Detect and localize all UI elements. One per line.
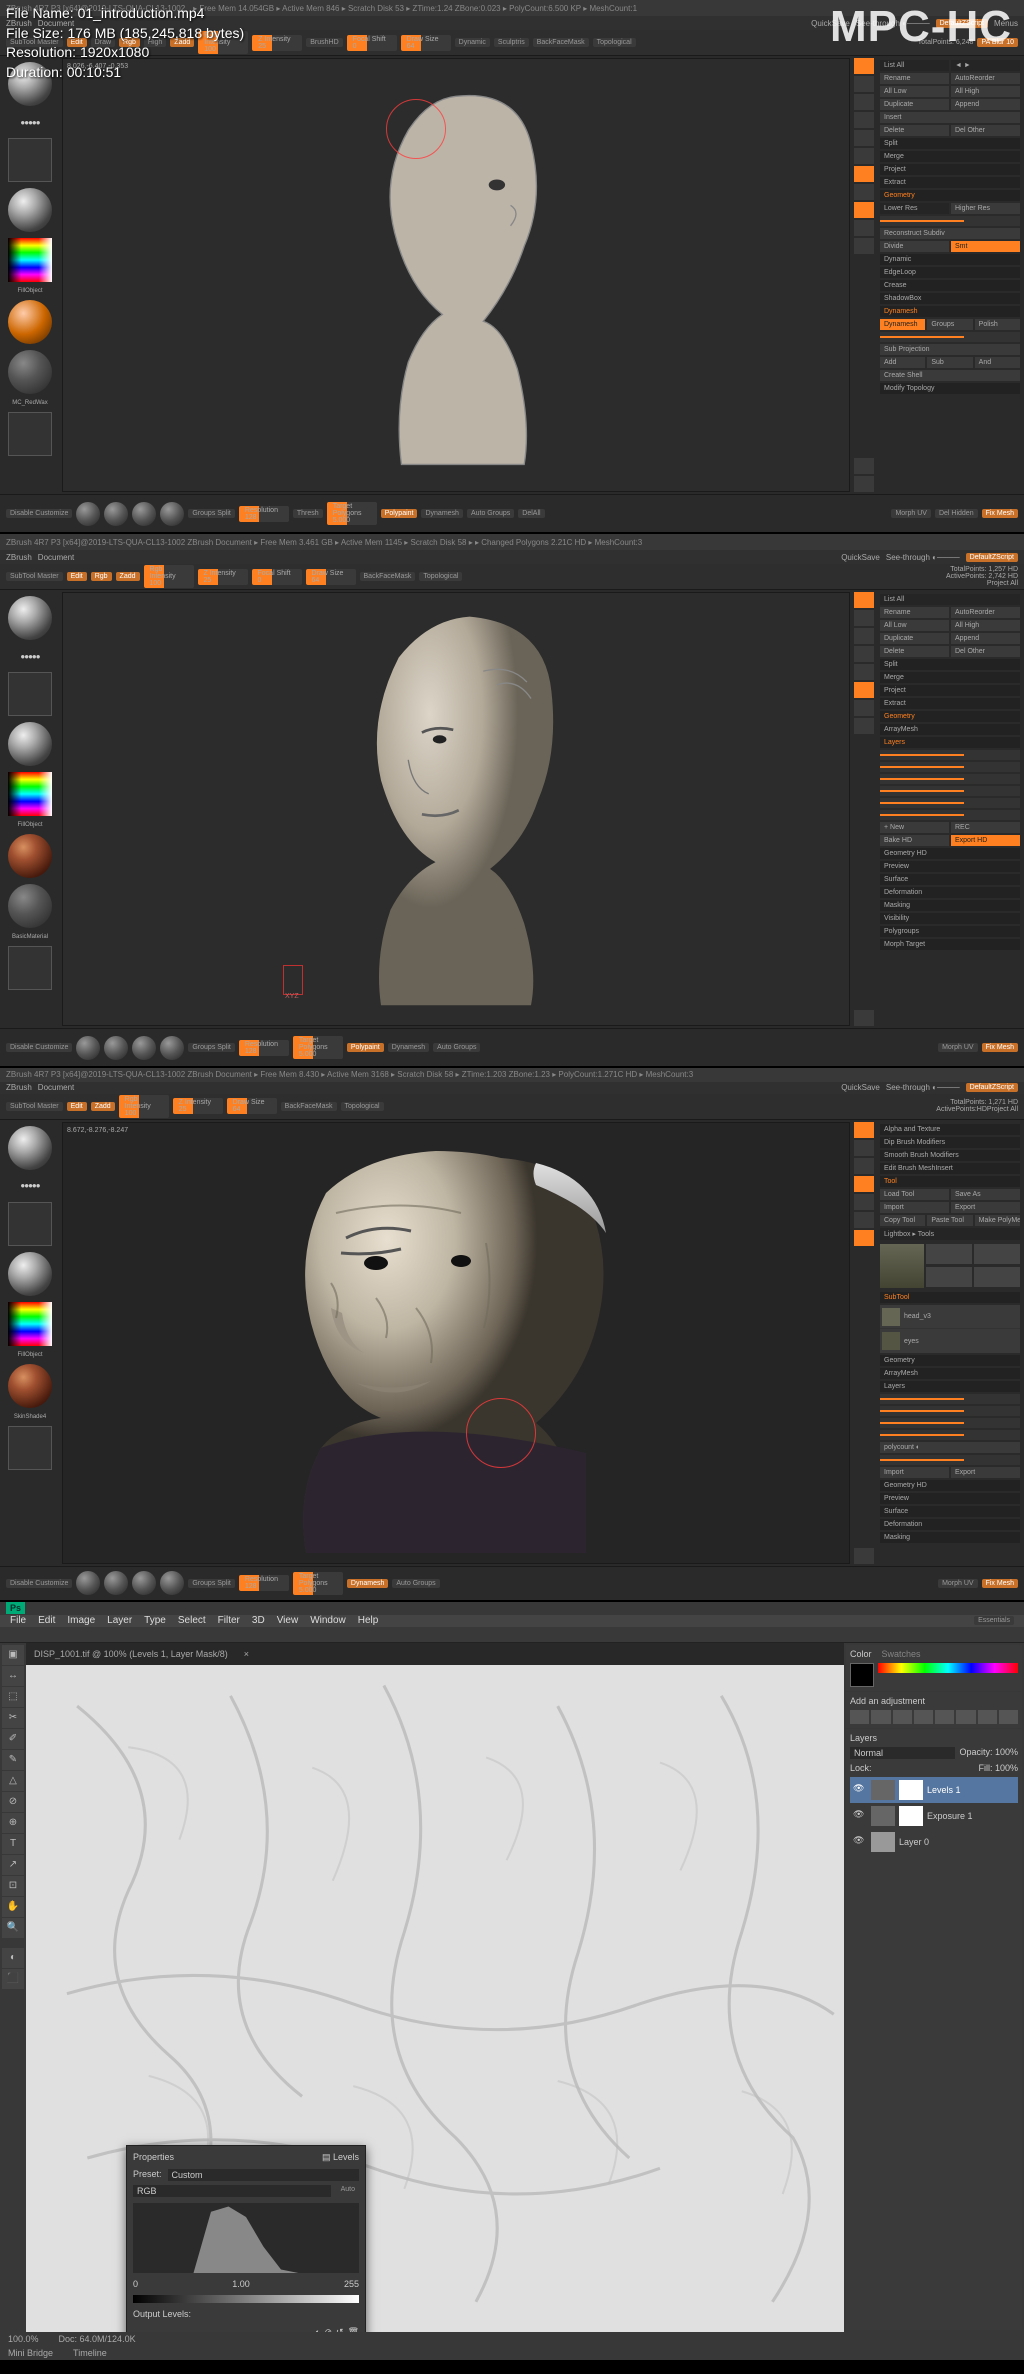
media-info-overlay: File Name: 01_introduction.mp4 File Size… (6, 4, 244, 82)
gradient-tool-icon[interactable]: ⊕ (2, 1813, 24, 1833)
visibility-icon: 👁 (853, 1783, 867, 1797)
z-intensity-slider: Z Intensity 25 (252, 35, 302, 51)
zbrush-window-3: ZBrush 4R7 P3 [x64]@2019-LTS-QUA-CL13-10… (0, 1068, 1024, 1602)
texture-icon[interactable] (8, 188, 52, 232)
focal-shift-slider: Focal Shift 0 (347, 35, 397, 51)
menu-help[interactable]: Help (358, 1615, 379, 1626)
menu-view[interactable]: View (277, 1615, 299, 1626)
lasso-tool-icon[interactable]: ⬚ (2, 1687, 24, 1707)
clone-tool-icon[interactable]: △ (2, 1771, 24, 1791)
ps-statusbar: 100.0% Doc: 64.0M/124.0K (0, 2332, 1024, 2346)
zoom-tool-icon[interactable]: 🔍 (2, 1918, 24, 1938)
ps-bottom-tabs[interactable]: Mini Bridge Timeline (0, 2346, 1024, 2360)
menu-edit[interactable]: Edit (38, 1615, 55, 1626)
menu-image[interactable]: Image (67, 1615, 95, 1626)
quickmask-icon[interactable]: ⬛ (2, 1969, 24, 1989)
menu-layer[interactable]: Layer (107, 1615, 132, 1626)
ps-toolbar[interactable]: ▣ ↔ ⬚ ✂ ✐ ✎ △ ⊘ ⊕ T ↗ ⊡ ✋ 🔍 ◐ ⬛ (0, 1643, 26, 2333)
secondary-color[interactable] (8, 300, 52, 344)
hand-tool-icon[interactable]: ✋ (2, 1897, 24, 1917)
layers-tab[interactable]: Layers (850, 1733, 1018, 1743)
viewport[interactable]: XYZ (62, 592, 850, 1026)
alpha-icon[interactable] (8, 138, 52, 182)
brush-cursor (386, 99, 446, 159)
visibility-icon: 👁 (853, 1835, 867, 1849)
bottom-shelf[interactable]: Disable Customize Groups Split Resolutio… (0, 494, 1024, 532)
viewport[interactable]: 8.026,-6.407,-0.353 (62, 58, 850, 492)
color-picker[interactable] (8, 238, 52, 282)
ps-right-panels[interactable]: ColorSwatches Add an adjustment Layers N… (844, 1643, 1024, 2333)
type-tool-icon[interactable]: T (2, 1834, 24, 1854)
layer-row[interactable]: 👁Layer 0 (850, 1829, 1018, 1855)
ps-options-bar[interactable] (0, 1627, 1024, 1643)
player-watermark: MPC-HC (830, 2, 1012, 52)
menu-filter[interactable]: Filter (218, 1615, 240, 1626)
right-panel[interactable]: List All◄ ► RenameAutoReorder All LowAll… (876, 56, 1024, 494)
path-tool-icon[interactable]: ↗ (2, 1855, 24, 1875)
marquee-tool-icon[interactable]: ↔ (2, 1666, 24, 1686)
eraser-tool-icon[interactable]: ⊘ (2, 1792, 24, 1812)
menu-type[interactable]: Type (144, 1615, 166, 1626)
levels-properties-panel[interactable]: Properties▤ Levels Preset:Custom RGBAuto… (126, 2145, 366, 2333)
draw-size-slider: Draw Size 64 (401, 35, 451, 51)
move-tool-icon[interactable]: ▣ (2, 1645, 24, 1665)
mr-material[interactable] (8, 412, 52, 456)
layer-row[interactable]: 👁Levels 1 (850, 1777, 1018, 1803)
layer-row[interactable]: 👁Exposure 1 (850, 1803, 1018, 1829)
viewport[interactable]: 8.672,-8.276,-8.247 (62, 1122, 850, 1564)
left-tray[interactable]: FillObject MC_RedWax (0, 56, 60, 494)
menu-window[interactable]: Window (310, 1615, 346, 1626)
fg-bg-swatch[interactable]: ◐ (2, 1948, 24, 1968)
brush-cursor (466, 1398, 536, 1468)
right-icon-column[interactable] (852, 56, 876, 494)
menu-file[interactable]: File (10, 1615, 26, 1626)
ps-titlebar: Ps (0, 1602, 1024, 1615)
stroke-icon[interactable] (8, 112, 52, 132)
menu-select[interactable]: Select (178, 1615, 206, 1626)
menu-3d[interactable]: 3D (252, 1615, 265, 1626)
document-tab[interactable]: DISP_1001.tif @ 100% (Levels 1, Layer Ma… (26, 1643, 844, 1665)
zbrush-window-2: ZBrush 4R7 P3 [x64]@2019-LTS-QUA-CL13-10… (0, 534, 1024, 1068)
crop-tool-icon[interactable]: ✂ (2, 1708, 24, 1728)
eyedropper-tool-icon[interactable]: ✐ (2, 1729, 24, 1749)
visibility-icon: 👁 (853, 1809, 867, 1823)
ps-canvas[interactable]: Properties▤ Levels Preset:Custom RGBAuto… (26, 1665, 844, 2333)
current-color-label: FillObject (17, 288, 42, 294)
material-icon[interactable] (8, 350, 52, 394)
histogram (133, 2203, 359, 2273)
photoshop-window: Ps File Edit Image Layer Type Select Fil… (0, 1602, 1024, 2360)
ps-menubar[interactable]: File Edit Image Layer Type Select Filter… (0, 1615, 1024, 1628)
brush-tool-icon[interactable]: ✎ (2, 1750, 24, 1770)
workspace-selector[interactable]: Essentials (974, 1616, 1014, 1625)
shape-tool-icon[interactable]: ⊡ (2, 1876, 24, 1896)
